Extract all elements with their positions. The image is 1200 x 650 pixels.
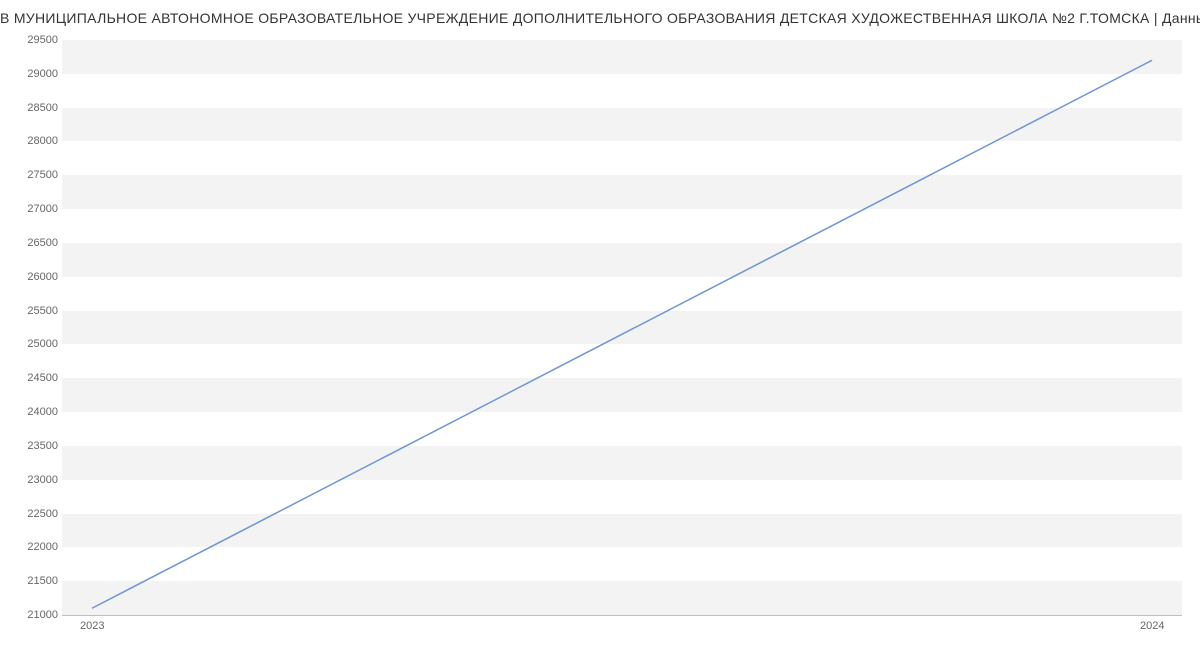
line-series — [62, 40, 1182, 615]
y-tick: 21000 — [6, 609, 58, 621]
y-tick: 24000 — [6, 406, 58, 418]
y-tick: 27000 — [6, 203, 58, 215]
y-tick: 29000 — [6, 68, 58, 80]
y-tick: 23500 — [6, 440, 58, 452]
y-tick: 22500 — [6, 508, 58, 520]
y-tick: 28500 — [6, 102, 58, 114]
y-tick: 24500 — [6, 372, 58, 384]
series-line — [92, 60, 1152, 608]
y-tick: 25500 — [6, 305, 58, 317]
y-tick: 28000 — [6, 135, 58, 147]
line-chart: В МУНИЦИПАЛЬНОЕ АВТОНОМНОЕ ОБРАЗОВАТЕЛЬН… — [0, 0, 1200, 650]
y-tick: 21500 — [6, 575, 58, 587]
y-tick: 22000 — [6, 541, 58, 553]
plot-area — [62, 40, 1182, 615]
y-tick: 27500 — [6, 169, 58, 181]
x-tick-2023: 2023 — [80, 620, 104, 632]
y-tick: 23000 — [6, 474, 58, 486]
y-tick: 25000 — [6, 338, 58, 350]
y-tick: 26500 — [6, 237, 58, 249]
y-tick: 29500 — [6, 34, 58, 46]
chart-title: В МУНИЦИПАЛЬНОЕ АВТОНОМНОЕ ОБРАЗОВАТЕЛЬН… — [0, 10, 1200, 26]
x-tick-2024: 2024 — [1140, 620, 1164, 632]
x-axis — [62, 615, 1182, 616]
y-tick: 26000 — [6, 271, 58, 283]
